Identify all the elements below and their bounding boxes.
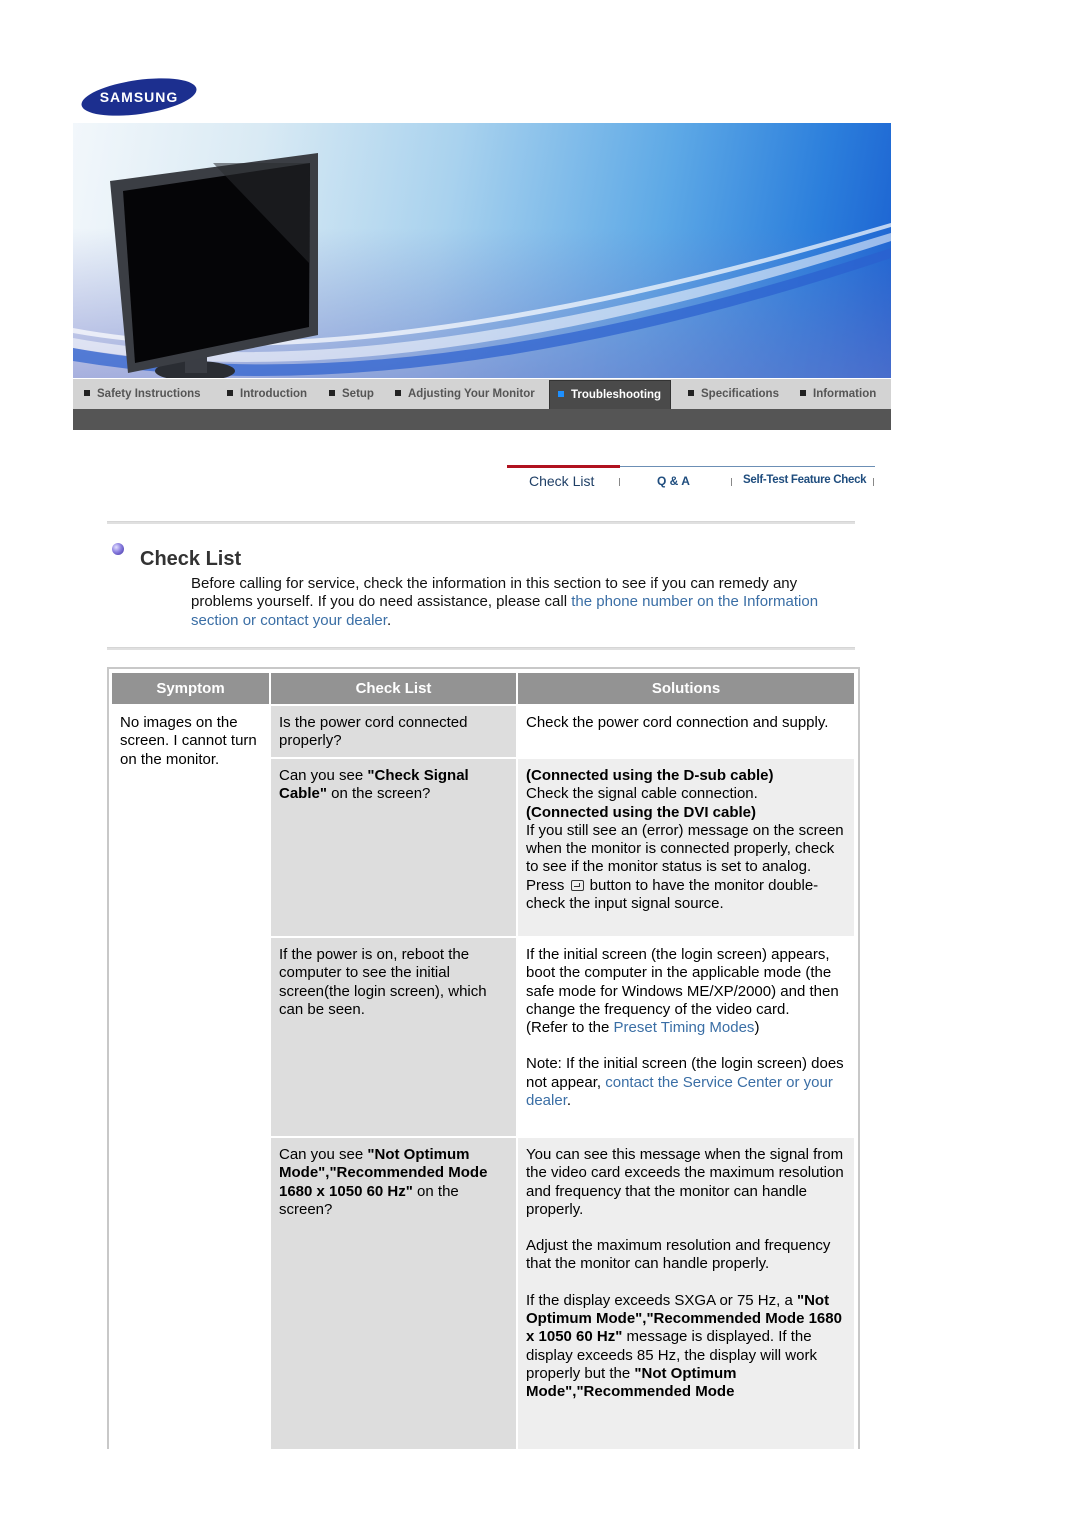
symptom-cell: No images on the screen. I cannot turn o… bbox=[112, 706, 269, 1449]
separator bbox=[731, 478, 732, 486]
bullet-icon bbox=[558, 391, 564, 397]
divider bbox=[107, 521, 855, 524]
logo-text: SAMSUNG bbox=[100, 89, 179, 105]
header-solutions: Solutions bbox=[518, 673, 854, 704]
divider bbox=[107, 647, 855, 650]
separator bbox=[873, 478, 874, 486]
separator bbox=[619, 478, 620, 486]
nav-introduction[interactable]: Introduction bbox=[227, 379, 307, 409]
nav-label: Safety Instructions bbox=[97, 388, 201, 400]
checklist-table: Symptom Check List Solutions No images o… bbox=[107, 667, 860, 1449]
nav-label: Information bbox=[813, 388, 877, 400]
table-row-check: If the power is on, reboot the computer … bbox=[271, 938, 516, 1136]
table-row-check: Can you see "Not Optimum Mode","Recommen… bbox=[271, 1138, 516, 1449]
header-symptom: Symptom bbox=[112, 673, 269, 704]
nav-safety-instructions[interactable]: Safety Instructions bbox=[84, 379, 201, 409]
dsub-heading: (Connected using the D-sub cable) bbox=[526, 767, 774, 784]
bullet-icon bbox=[395, 390, 401, 396]
dvi-heading: (Connected using the DVI cable) bbox=[526, 803, 757, 821]
table-row-solution: Check the power cord connection and supp… bbox=[518, 706, 854, 757]
nav-label: Adjusting Your Monitor bbox=[408, 388, 535, 400]
nav-setup[interactable]: Setup bbox=[329, 379, 374, 409]
nav-troubleshooting[interactable]: Troubleshooting bbox=[549, 380, 672, 410]
bullet-icon bbox=[800, 390, 806, 396]
source-button-icon bbox=[570, 879, 584, 891]
preset-timing-modes-link[interactable]: Preset Timing Modes bbox=[614, 1019, 755, 1036]
bullet-icon bbox=[688, 390, 694, 396]
nav-label: Setup bbox=[342, 388, 374, 400]
page-title: Check List bbox=[140, 548, 242, 570]
table-row-solution: You can see this message when the signal… bbox=[518, 1138, 854, 1449]
samsung-logo: SAMSUNG bbox=[80, 76, 198, 116]
nav-label: Troubleshooting bbox=[571, 389, 662, 401]
main-nav: Safety Instructions Introduction Setup A… bbox=[73, 379, 891, 410]
subtab-check-list[interactable]: Check List bbox=[529, 473, 594, 489]
nav-label: Introduction bbox=[240, 388, 308, 400]
bullet-icon bbox=[227, 390, 233, 396]
nav-subbar bbox=[73, 409, 891, 430]
table-row-check: Can you see "Check Signal Cable" on the … bbox=[271, 759, 516, 936]
header-checklist: Check List bbox=[271, 673, 516, 704]
subtabs: Check List Q & A Self-Test Feature Check bbox=[507, 465, 875, 494]
hero-banner bbox=[73, 123, 891, 378]
table-row-solution: If the initial screen (the login screen)… bbox=[518, 938, 854, 1136]
nav-label: Specifications bbox=[701, 388, 779, 400]
nav-information[interactable]: Information bbox=[800, 379, 876, 409]
intro-paragraph: Before calling for service, check the in… bbox=[191, 575, 819, 629]
bullet-icon bbox=[329, 390, 335, 396]
section-bullet-icon bbox=[112, 543, 124, 555]
nav-specifications[interactable]: Specifications bbox=[688, 379, 779, 409]
table-row-solution: (Connected using the D-sub cable) Check … bbox=[518, 759, 854, 936]
active-indicator bbox=[507, 465, 620, 468]
monitor-illustration bbox=[73, 153, 891, 378]
subtab-qa[interactable]: Q & A bbox=[657, 474, 690, 488]
table-row-check: Is the power cord connected properly? bbox=[271, 706, 516, 757]
nav-adjusting-your-monitor[interactable]: Adjusting Your Monitor bbox=[395, 379, 535, 409]
bullet-icon bbox=[84, 390, 90, 396]
subtab-self-test[interactable]: Self-Test Feature Check bbox=[743, 474, 867, 486]
